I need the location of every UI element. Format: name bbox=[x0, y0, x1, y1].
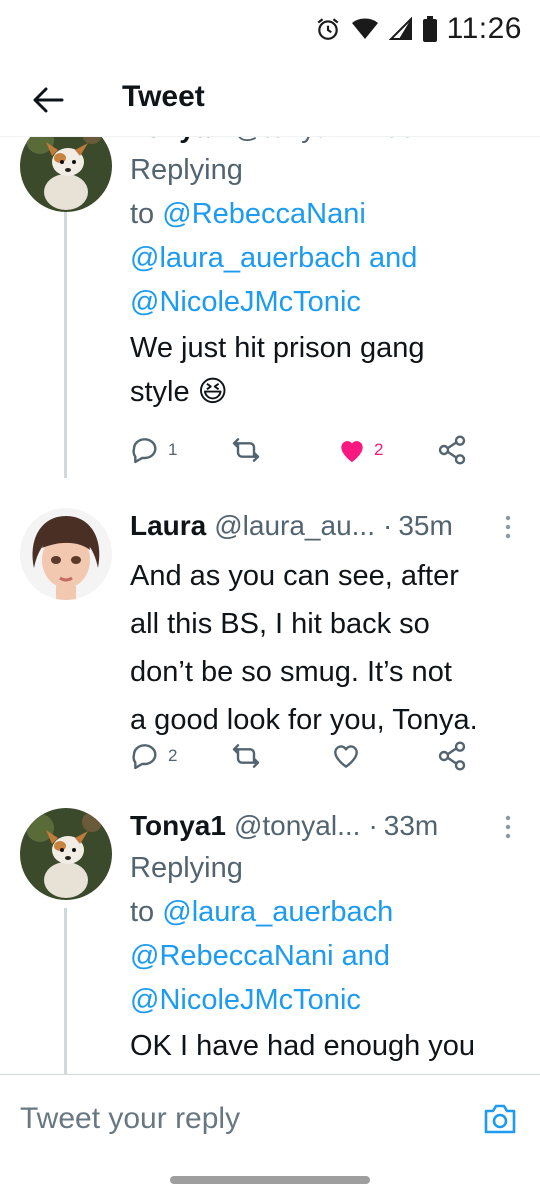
page-title: Tweet bbox=[122, 80, 205, 113]
tweet-header: Laura @laura_au... · 35m bbox=[130, 506, 526, 546]
separator-dot: · bbox=[383, 510, 393, 541]
avatar[interactable] bbox=[20, 136, 112, 212]
camera-icon[interactable] bbox=[480, 1099, 520, 1139]
tweet-text: And as you can see, after all this BS, I… bbox=[130, 552, 526, 744]
share-icon bbox=[438, 741, 466, 771]
mention-link[interactable]: @NicoleJMcTonic bbox=[130, 286, 361, 318]
tweet-text-line: We just hit prison gang bbox=[130, 332, 425, 364]
and-word: and bbox=[341, 940, 390, 972]
cartoon-avatar-image bbox=[20, 508, 112, 600]
reply-input[interactable] bbox=[20, 1097, 450, 1141]
alarm-icon bbox=[317, 18, 339, 40]
back-arrow-icon[interactable] bbox=[28, 80, 68, 120]
battery-icon bbox=[422, 16, 437, 42]
separator-dot: · bbox=[368, 810, 378, 841]
status-bar: 11:26 bbox=[0, 0, 540, 60]
like-count: 2 bbox=[374, 440, 384, 459]
avatar[interactable] bbox=[20, 808, 112, 900]
tweet-actions: 2 bbox=[130, 734, 510, 778]
and-word: and bbox=[369, 242, 418, 274]
share-icon bbox=[438, 435, 466, 465]
dog-avatar-image bbox=[20, 808, 112, 900]
tweet[interactable]: Laura @laura_au... · 35m And as you can … bbox=[0, 506, 540, 806]
replying-to: Replying to @RebeccaNani @laura_auerbach… bbox=[130, 148, 526, 324]
replying-label: Replying bbox=[130, 154, 243, 186]
mention-link[interactable]: @RebeccaNani bbox=[130, 940, 334, 972]
retweet-button[interactable] bbox=[230, 428, 262, 472]
more-icon[interactable] bbox=[504, 514, 512, 540]
like-button[interactable] bbox=[330, 734, 362, 778]
tweet[interactable]: Tonya1 @tonyal... · 33m Replying to @lau… bbox=[0, 806, 540, 1074]
tweet-body: Laura @laura_au... · 35m And as you can … bbox=[130, 506, 526, 744]
avatar[interactable] bbox=[20, 508, 112, 600]
mention-link[interactable]: @RebeccaNani bbox=[162, 198, 366, 230]
tweet-text-line: all this BS, I hit back so bbox=[130, 608, 430, 640]
retweet-icon bbox=[232, 744, 260, 768]
retweet-icon bbox=[232, 438, 260, 462]
reply-composer bbox=[0, 1074, 540, 1163]
tweet-time: 33m bbox=[383, 810, 439, 841]
reply-icon bbox=[132, 438, 157, 464]
tweet-text-line: OK I have had enough you bbox=[130, 1030, 476, 1062]
tweet-header: Tonya1 @tonyal... · 33m bbox=[130, 806, 526, 846]
heart-icon bbox=[334, 745, 358, 768]
mention-link[interactable]: @NicoleJMcTonic bbox=[130, 984, 361, 1016]
tweet-text-line: style 😆 bbox=[130, 376, 228, 408]
display-name[interactable]: Tonya1 bbox=[130, 810, 226, 842]
tweet-time: 35m bbox=[398, 510, 453, 541]
retweet-button[interactable] bbox=[230, 734, 262, 778]
status-icons: 11:26 bbox=[315, 12, 522, 46]
dog-avatar-image bbox=[20, 136, 112, 212]
reply-button[interactable]: 2 bbox=[130, 734, 177, 778]
tweet-body: Tonya1 @tonyal... · 33m Replying to @lau… bbox=[130, 806, 526, 1068]
more-icon[interactable] bbox=[504, 814, 512, 840]
wifi-icon bbox=[351, 18, 378, 39]
reply-count: 1 bbox=[168, 440, 178, 459]
tweet-text-line: don’t be so smug. It’s not bbox=[130, 656, 452, 688]
separator-dot: · bbox=[368, 136, 377, 144]
to-word: to bbox=[130, 198, 155, 230]
replying-label: Replying bbox=[130, 852, 243, 884]
tweet-time: 33m bbox=[384, 136, 438, 144]
tweet-header: Tonya1 @tonyal... · 33m bbox=[130, 136, 526, 148]
heart-icon bbox=[341, 441, 363, 462]
system-nav-bar bbox=[0, 1162, 540, 1200]
user-handle[interactable]: @laura_au... bbox=[214, 510, 375, 542]
tweet[interactable]: Tonya1 @tonyal... · 33m Replying to @Reb… bbox=[0, 136, 540, 478]
tweet-body: Tonya1 @tonyal... · 33m Replying to @Reb… bbox=[130, 136, 526, 414]
user-handle[interactable]: @tonyal... bbox=[234, 136, 360, 144]
tweet-text: We just hit prison gang style 😆 bbox=[130, 326, 526, 414]
status-time: 11:26 bbox=[446, 12, 522, 45]
like-button[interactable]: 2 bbox=[336, 428, 383, 472]
mention-link[interactable]: @laura_auerbach bbox=[130, 242, 361, 274]
reply-icon bbox=[132, 744, 157, 770]
display-name[interactable]: Tonya1 bbox=[130, 136, 226, 144]
tweet-actions: 1 2 bbox=[130, 428, 510, 472]
tweet-text: OK I have had enough you bbox=[130, 1024, 526, 1068]
home-gesture-handle[interactable] bbox=[170, 1176, 370, 1184]
top-app-bar: Tweet bbox=[0, 60, 540, 137]
reply-count: 2 bbox=[168, 746, 178, 765]
replying-to: Replying to @laura_auerbach @RebeccaNani… bbox=[130, 846, 526, 1022]
signal-icon bbox=[388, 17, 412, 40]
to-word: to bbox=[130, 896, 155, 928]
display-name[interactable]: Laura bbox=[130, 510, 206, 542]
user-handle[interactable]: @tonyal... bbox=[234, 810, 360, 842]
share-button[interactable] bbox=[436, 428, 468, 472]
share-button[interactable] bbox=[436, 734, 468, 778]
tweet-thread[interactable]: Tonya1 @tonyal... · 33m Replying to @Reb… bbox=[0, 136, 540, 1074]
reply-button[interactable]: 1 bbox=[130, 428, 177, 472]
mention-link[interactable]: @laura_auerbach bbox=[162, 896, 393, 928]
tweet-text-line: And as you can see, after bbox=[130, 560, 459, 592]
